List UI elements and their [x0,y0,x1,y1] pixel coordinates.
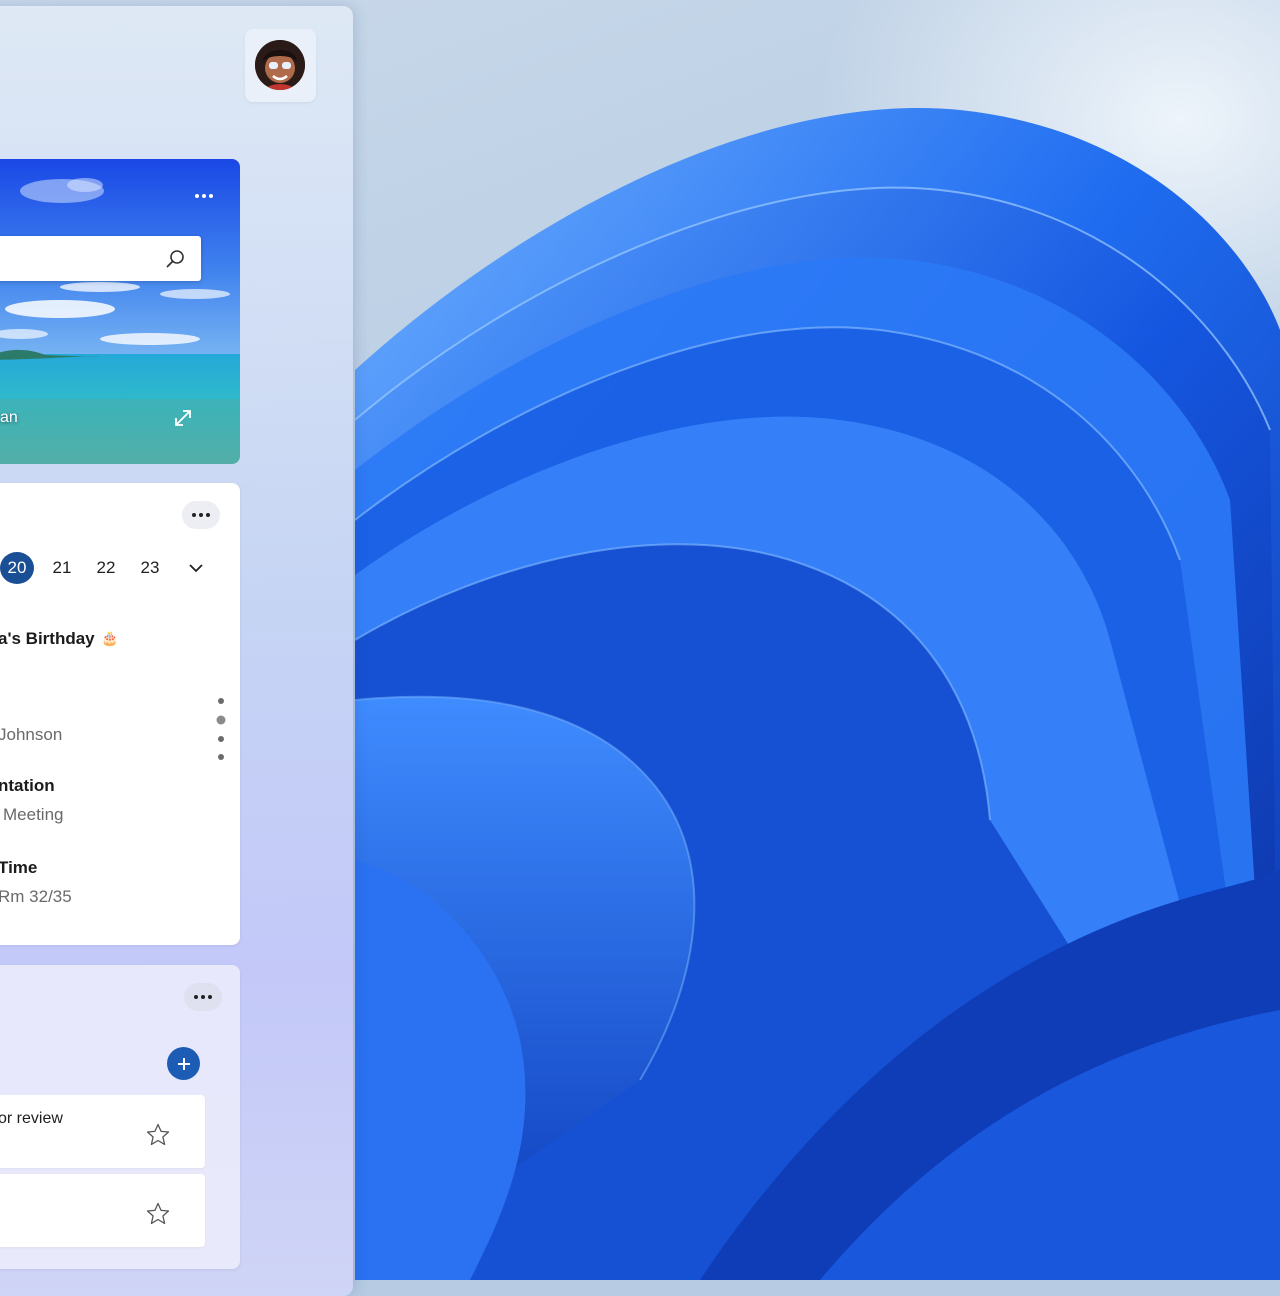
star-icon[interactable] [145,1122,171,1148]
user-avatar [255,40,305,90]
event-room-subtitle[interactable]: Rm 32/35 [0,887,72,907]
task-label: or review [0,1110,63,1127]
date-22[interactable]: 22 [89,552,123,584]
event-presentation-title[interactable]: ntation [0,776,55,796]
search-icon[interactable] [164,248,186,270]
event-meeting-subtitle[interactable]: Meeting [3,805,63,825]
task-item[interactable] [0,1174,205,1247]
calendar-more-button[interactable] [182,501,220,529]
tasks-widget[interactable]: or review [0,965,240,1269]
photo-widget-more-button[interactable] [185,182,223,210]
web-search-box[interactable] [0,236,201,281]
add-task-button[interactable] [167,1047,200,1080]
star-icon[interactable] [145,1201,171,1227]
tasks-more-button[interactable] [184,983,222,1011]
chevron-down-icon[interactable] [188,561,204,575]
timeline-scroll-indicator[interactable] [215,696,227,762]
profile-button[interactable] [245,29,316,102]
date-20[interactable]: 20 [0,552,34,584]
search-input[interactable] [0,236,160,281]
event-birthday-title[interactable]: a's Birthday [0,629,95,649]
plus-icon [177,1057,190,1070]
task-item[interactable]: or review [0,1095,205,1168]
photo-caption[interactable]: an [0,409,18,427]
date-21[interactable]: 21 [45,552,79,584]
date-23[interactable]: 23 [133,552,167,584]
calendar-widget[interactable]: 20 21 22 23 a's Birthday 🎂 Johnson ntati… [0,483,240,945]
event-time-title[interactable]: Time [0,858,37,878]
expand-icon[interactable] [172,407,194,429]
event-johnson-subtitle[interactable]: Johnson [0,725,62,745]
birthday-cake-icon: 🎂 [101,630,119,646]
search-photo-widget[interactable]: an [0,159,240,464]
